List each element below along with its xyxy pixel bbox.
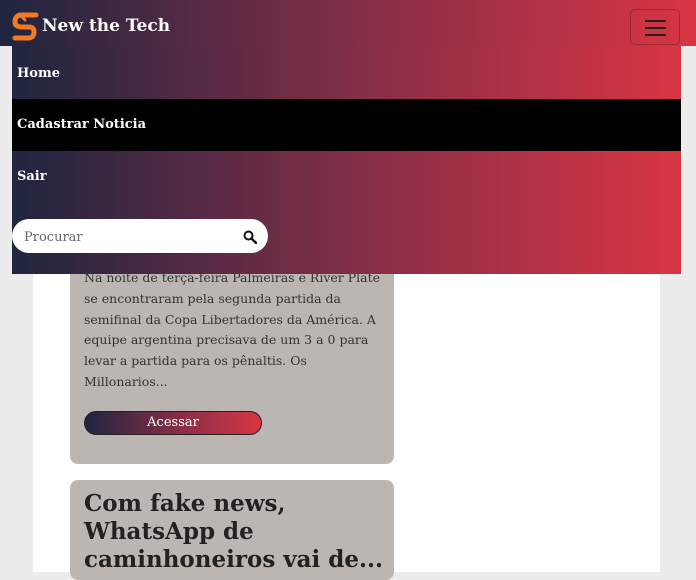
hamburger-icon xyxy=(645,20,666,22)
news-card-excerpt-overflow xyxy=(84,374,384,386)
menu-item-sair[interactable]: Sair xyxy=(12,151,681,203)
news-card-title[interactable]: Com fake news, WhatsApp de caminhoneiros… xyxy=(84,490,384,574)
logo-icon[interactable] xyxy=(12,12,40,42)
search-icon[interactable] xyxy=(243,230,257,244)
navbar: New the Tech xyxy=(0,0,696,46)
brand-name[interactable]: New the Tech xyxy=(42,16,170,36)
menu-item-cadastrar-noticia[interactable]: Cadastrar Noticia xyxy=(12,99,681,151)
hamburger-icon xyxy=(645,34,666,36)
search-box xyxy=(12,219,268,253)
search-input[interactable] xyxy=(22,226,226,248)
hamburger-icon xyxy=(645,27,666,29)
menu-toggle-button[interactable] xyxy=(630,9,680,45)
news-card: Com fake news, WhatsApp de caminhoneiros… xyxy=(70,480,394,580)
access-button[interactable]: Acessar xyxy=(84,411,262,435)
menu-item-home[interactable]: Home xyxy=(12,48,681,100)
